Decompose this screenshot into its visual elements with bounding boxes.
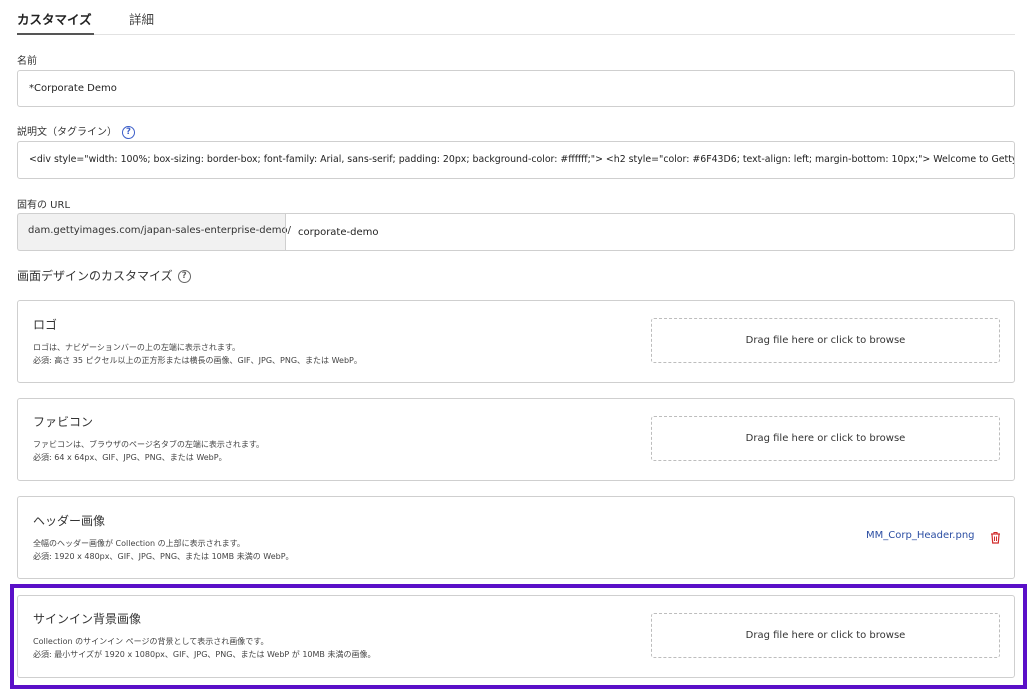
name-label: 名前 bbox=[17, 56, 37, 67]
header-image-desc: 全幅のヘッダー画像が Collection の上部に表示されます。 必須: 19… bbox=[33, 537, 294, 563]
description-label: 説明文（タグライン） bbox=[17, 127, 117, 138]
url-label: 固有の URL bbox=[17, 200, 71, 211]
logo-dropzone[interactable]: Drag file here or click to browse bbox=[651, 318, 1000, 363]
header-image-title: ヘッダー画像 bbox=[33, 514, 106, 528]
url-prefix: dam.gettyimages.com/japan-sales-enterpri… bbox=[17, 213, 291, 251]
favicon-desc-line2: 必須: 64 x 64px、GIF、JPG、PNG、または WebP。 bbox=[33, 453, 227, 462]
trash-icon[interactable] bbox=[990, 529, 1001, 548]
description-input[interactable]: <div style="width: 100%; box-sizing: bor… bbox=[17, 141, 1015, 179]
description-label-row: 説明文（タグライン）? bbox=[17, 123, 135, 139]
header-image-card: ヘッダー画像 全幅のヘッダー画像が Collection の上部に表示されます。… bbox=[17, 496, 1015, 579]
header-image-desc-line2: 必須: 1920 x 480px、GIF、JPG、PNG、または 10MB 未満… bbox=[33, 552, 294, 561]
name-input[interactable]: *Corporate Demo bbox=[17, 70, 1015, 107]
favicon-desc-line1: ファビコンは、ブラウザのページ名タブの左端に表示されます。 bbox=[33, 440, 265, 449]
url-slug-input[interactable]: corporate-demo bbox=[285, 213, 1015, 251]
help-icon[interactable]: ? bbox=[122, 125, 135, 139]
logo-desc-line2: 必須: 高さ 35 ピクセル以上の正方形または横長の画像、GIF、JPG、PNG… bbox=[33, 356, 362, 365]
header-image-desc-line1: 全幅のヘッダー画像が Collection の上部に表示されます。 bbox=[33, 539, 245, 548]
header-image-file-link[interactable]: MM_Corp_Header.png bbox=[866, 530, 975, 541]
favicon-card: ファビコン ファビコンは、ブラウザのページ名タブの左端に表示されます。 必須: … bbox=[17, 398, 1015, 481]
favicon-dropzone[interactable]: Drag file here or click to browse bbox=[651, 416, 1000, 461]
help-icon[interactable]: ? bbox=[177, 270, 191, 283]
design-section-title-row: 画面デザインのカスタマイズ? bbox=[17, 267, 191, 284]
tab-bar: カスタマイズ 詳細 bbox=[17, 0, 1015, 35]
logo-card: ロゴ ロゴは、ナビゲーションバーの上の左端に表示されます。 必須: 高さ 35 … bbox=[17, 300, 1015, 383]
logo-desc-line1: ロゴは、ナビゲーションバーの上の左端に表示されます。 bbox=[33, 343, 241, 352]
tab-customize[interactable]: カスタマイズ bbox=[17, 9, 94, 35]
design-section-title: 画面デザインのカスタマイズ bbox=[17, 269, 173, 283]
logo-desc: ロゴは、ナビゲーションバーの上の左端に表示されます。 必須: 高さ 35 ピクセ… bbox=[33, 341, 362, 367]
highlight-box bbox=[10, 584, 1027, 689]
favicon-desc: ファビコンは、ブラウザのページ名タブの左端に表示されます。 必須: 64 x 6… bbox=[33, 438, 264, 464]
logo-title: ロゴ bbox=[33, 318, 58, 332]
tab-details[interactable]: 詳細 bbox=[129, 9, 154, 28]
favicon-title: ファビコン bbox=[33, 415, 94, 429]
